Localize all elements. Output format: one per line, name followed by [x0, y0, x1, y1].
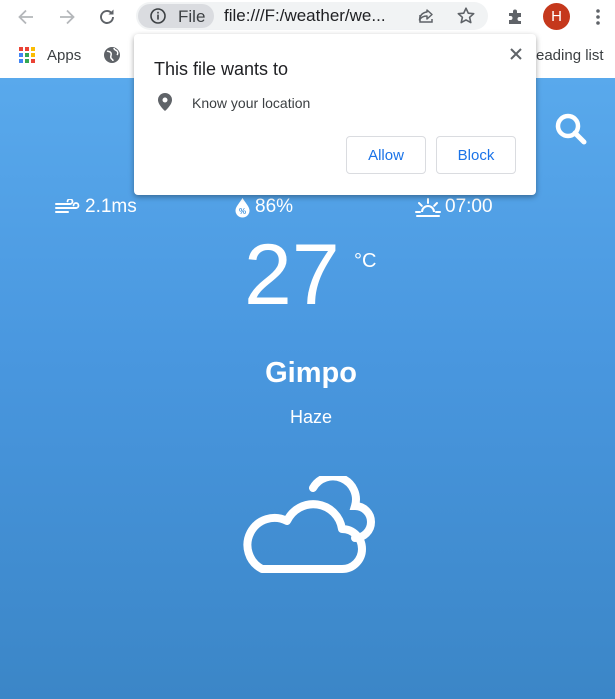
reload-icon [100, 9, 114, 24]
reading-list-bookmark[interactable]: eading list [536, 47, 604, 64]
bookmark-star-button[interactable] [455, 5, 477, 27]
humidity-stat: % 86% [234, 195, 293, 219]
close-icon [510, 48, 522, 60]
humidity-drop-icon: % [235, 197, 250, 217]
forward-button[interactable] [53, 3, 81, 31]
apps-grid-icon[interactable] [19, 47, 35, 63]
url-text[interactable]: file:///F:/weather/we... [224, 6, 386, 26]
share-icon [418, 9, 433, 23]
wind-icon [55, 199, 80, 213]
temperature-value: 27 [244, 227, 340, 323]
permission-title: This file wants to [154, 59, 289, 79]
info-icon [150, 8, 166, 24]
search-icon[interactable] [553, 112, 589, 148]
address-bar[interactable]: File file:///F:/weather/we... [136, 2, 488, 30]
location-pin-icon [158, 93, 172, 111]
temperature-unit: °C [354, 250, 377, 272]
sunrise-value: 07:00 [445, 196, 493, 217]
permission-item-location: Know your location [192, 95, 311, 111]
close-button[interactable] [506, 44, 526, 64]
menu-button[interactable] [584, 3, 612, 31]
humidity-value: 86% [255, 196, 294, 217]
globe-icon[interactable] [103, 46, 121, 64]
allow-button[interactable]: Allow [346, 136, 426, 174]
sunrise-stat: 07:00 [415, 195, 493, 219]
wind-stat: 2.1ms [55, 195, 137, 219]
puzzle-icon [509, 9, 521, 24]
extensions-button[interactable] [502, 3, 530, 31]
back-arrow-icon [18, 9, 33, 25]
wind-value: 2.1ms [85, 196, 137, 217]
site-info-chip[interactable]: File [138, 4, 214, 28]
sunrise-icon [415, 198, 441, 217]
browser-toolbar: File file:///F:/weather/we... H [0, 0, 615, 34]
star-icon [457, 7, 475, 24]
city-name: Gimpo [265, 357, 357, 389]
back-button[interactable] [12, 3, 40, 31]
weather-condition: Haze [289, 407, 333, 427]
svg-text:%: % [239, 207, 246, 216]
share-button[interactable] [415, 5, 437, 27]
cloud-icon [243, 476, 375, 573]
more-vertical-icon [596, 9, 600, 25]
location-permission-popup: This file wants to Know your location Al… [134, 34, 536, 195]
site-chip-label: File [178, 7, 206, 26]
reload-button[interactable] [93, 3, 121, 31]
profile-avatar[interactable]: H [543, 3, 570, 30]
apps-bookmark[interactable]: Apps [47, 47, 81, 64]
block-button[interactable]: Block [436, 136, 516, 174]
forward-arrow-icon [60, 9, 75, 25]
